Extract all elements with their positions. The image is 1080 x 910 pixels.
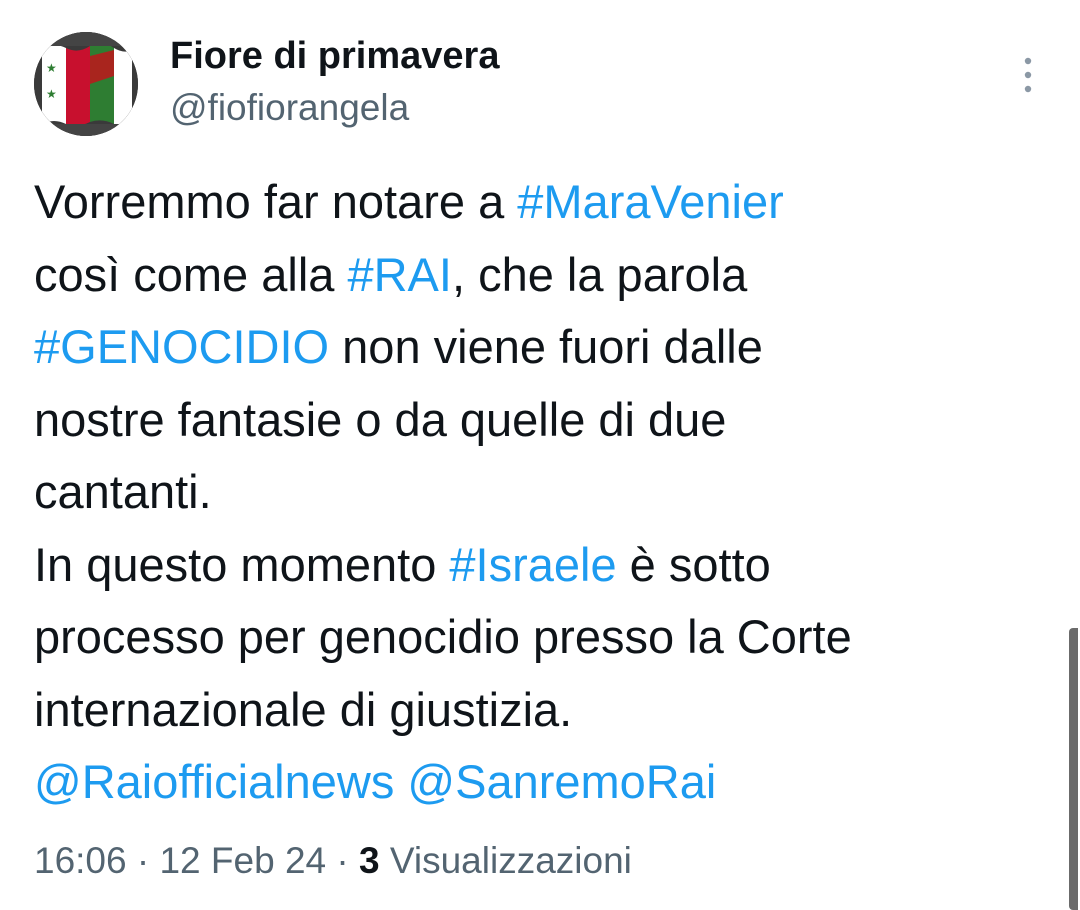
views-count[interactable]: 3 xyxy=(359,840,380,881)
tweet-text-segment: non viene fuori dalle xyxy=(329,320,763,373)
tweet-text-segment: , che la parola xyxy=(451,247,748,301)
tweet-time[interactable]: 16:06 xyxy=(34,840,127,881)
tweet-text-line: In questo momento #Israele è sotto xyxy=(34,529,1044,602)
views-label[interactable]: Visualizzazioni xyxy=(380,840,632,881)
author-display-name[interactable]: Fiore di primavera xyxy=(170,34,499,78)
more-vertical-icon[interactable] xyxy=(1010,55,1046,95)
hashtag-link[interactable]: #RAI xyxy=(347,248,452,301)
author-handle[interactable]: @fiofiorangela xyxy=(170,86,499,130)
tweet-text-segment: In questo momento xyxy=(34,537,450,591)
tweet-text-line: processo per genocidio presso la Corte xyxy=(34,601,1044,674)
tweet-text-line: nostre fantasie o da quelle di due xyxy=(34,384,1044,457)
scrollbar-thumb[interactable] xyxy=(1069,628,1078,910)
svg-text:★: ★ xyxy=(46,87,57,101)
hashtag-link[interactable]: #MaraVenier xyxy=(517,175,784,228)
tweet-text-line: cantanti. xyxy=(34,456,1044,529)
tweet-text-segment xyxy=(394,755,407,808)
tweet-text-line: internazionale di giustizia. xyxy=(34,674,1044,747)
tweet-text-segment: nostre fantasie o da quelle di due xyxy=(34,392,727,446)
author-header: Fiore di primavera @fiofiorangela xyxy=(170,34,499,130)
tweet-text-line: Vorremmo far notare a #MaraVenier xyxy=(34,166,1044,239)
tweet-text-segment: è sotto xyxy=(616,537,771,591)
tweet-text-segment: processo per genocidio presso la Corte xyxy=(34,610,852,663)
meta-separator: · xyxy=(126,840,160,881)
tweet-text-line: così come alla #RAI, che la parola xyxy=(34,239,1044,312)
tweet-text-segment: Vorremmo far notare a xyxy=(34,175,518,228)
tweet: ★ ★ Fiore di primavera @fiofiorangela Vo… xyxy=(0,0,1080,910)
tweet-date[interactable]: 12 Feb 24 xyxy=(159,840,326,881)
svg-text:★: ★ xyxy=(46,61,57,75)
tweet-meta: 16:06 · 12 Feb 24 · 3 Visualizzazioni xyxy=(34,836,632,886)
mention-link[interactable]: @Raiofficialnews xyxy=(34,755,394,808)
flag-avatar-icon[interactable]: ★ ★ xyxy=(34,32,138,136)
tweet-text-segment: internazionale di giustizia. xyxy=(34,682,573,736)
tweet-text-segment: cantanti. xyxy=(34,465,212,518)
hashtag-link[interactable]: #Israele xyxy=(449,538,616,591)
tweet-text-segment: così come alla xyxy=(34,247,348,301)
hashtag-link[interactable]: #GENOCIDIO xyxy=(34,320,329,373)
mention-link[interactable]: @SanremoRai xyxy=(407,755,716,808)
tweet-text-line: @Raiofficialnews @SanremoRai xyxy=(34,746,1044,819)
meta-separator: · xyxy=(326,840,360,881)
tweet-text-line: #GENOCIDIO non viene fuori dalle xyxy=(34,311,1044,384)
tweet-text: Vorremmo far notare a #MaraVenier così co… xyxy=(34,166,1044,819)
